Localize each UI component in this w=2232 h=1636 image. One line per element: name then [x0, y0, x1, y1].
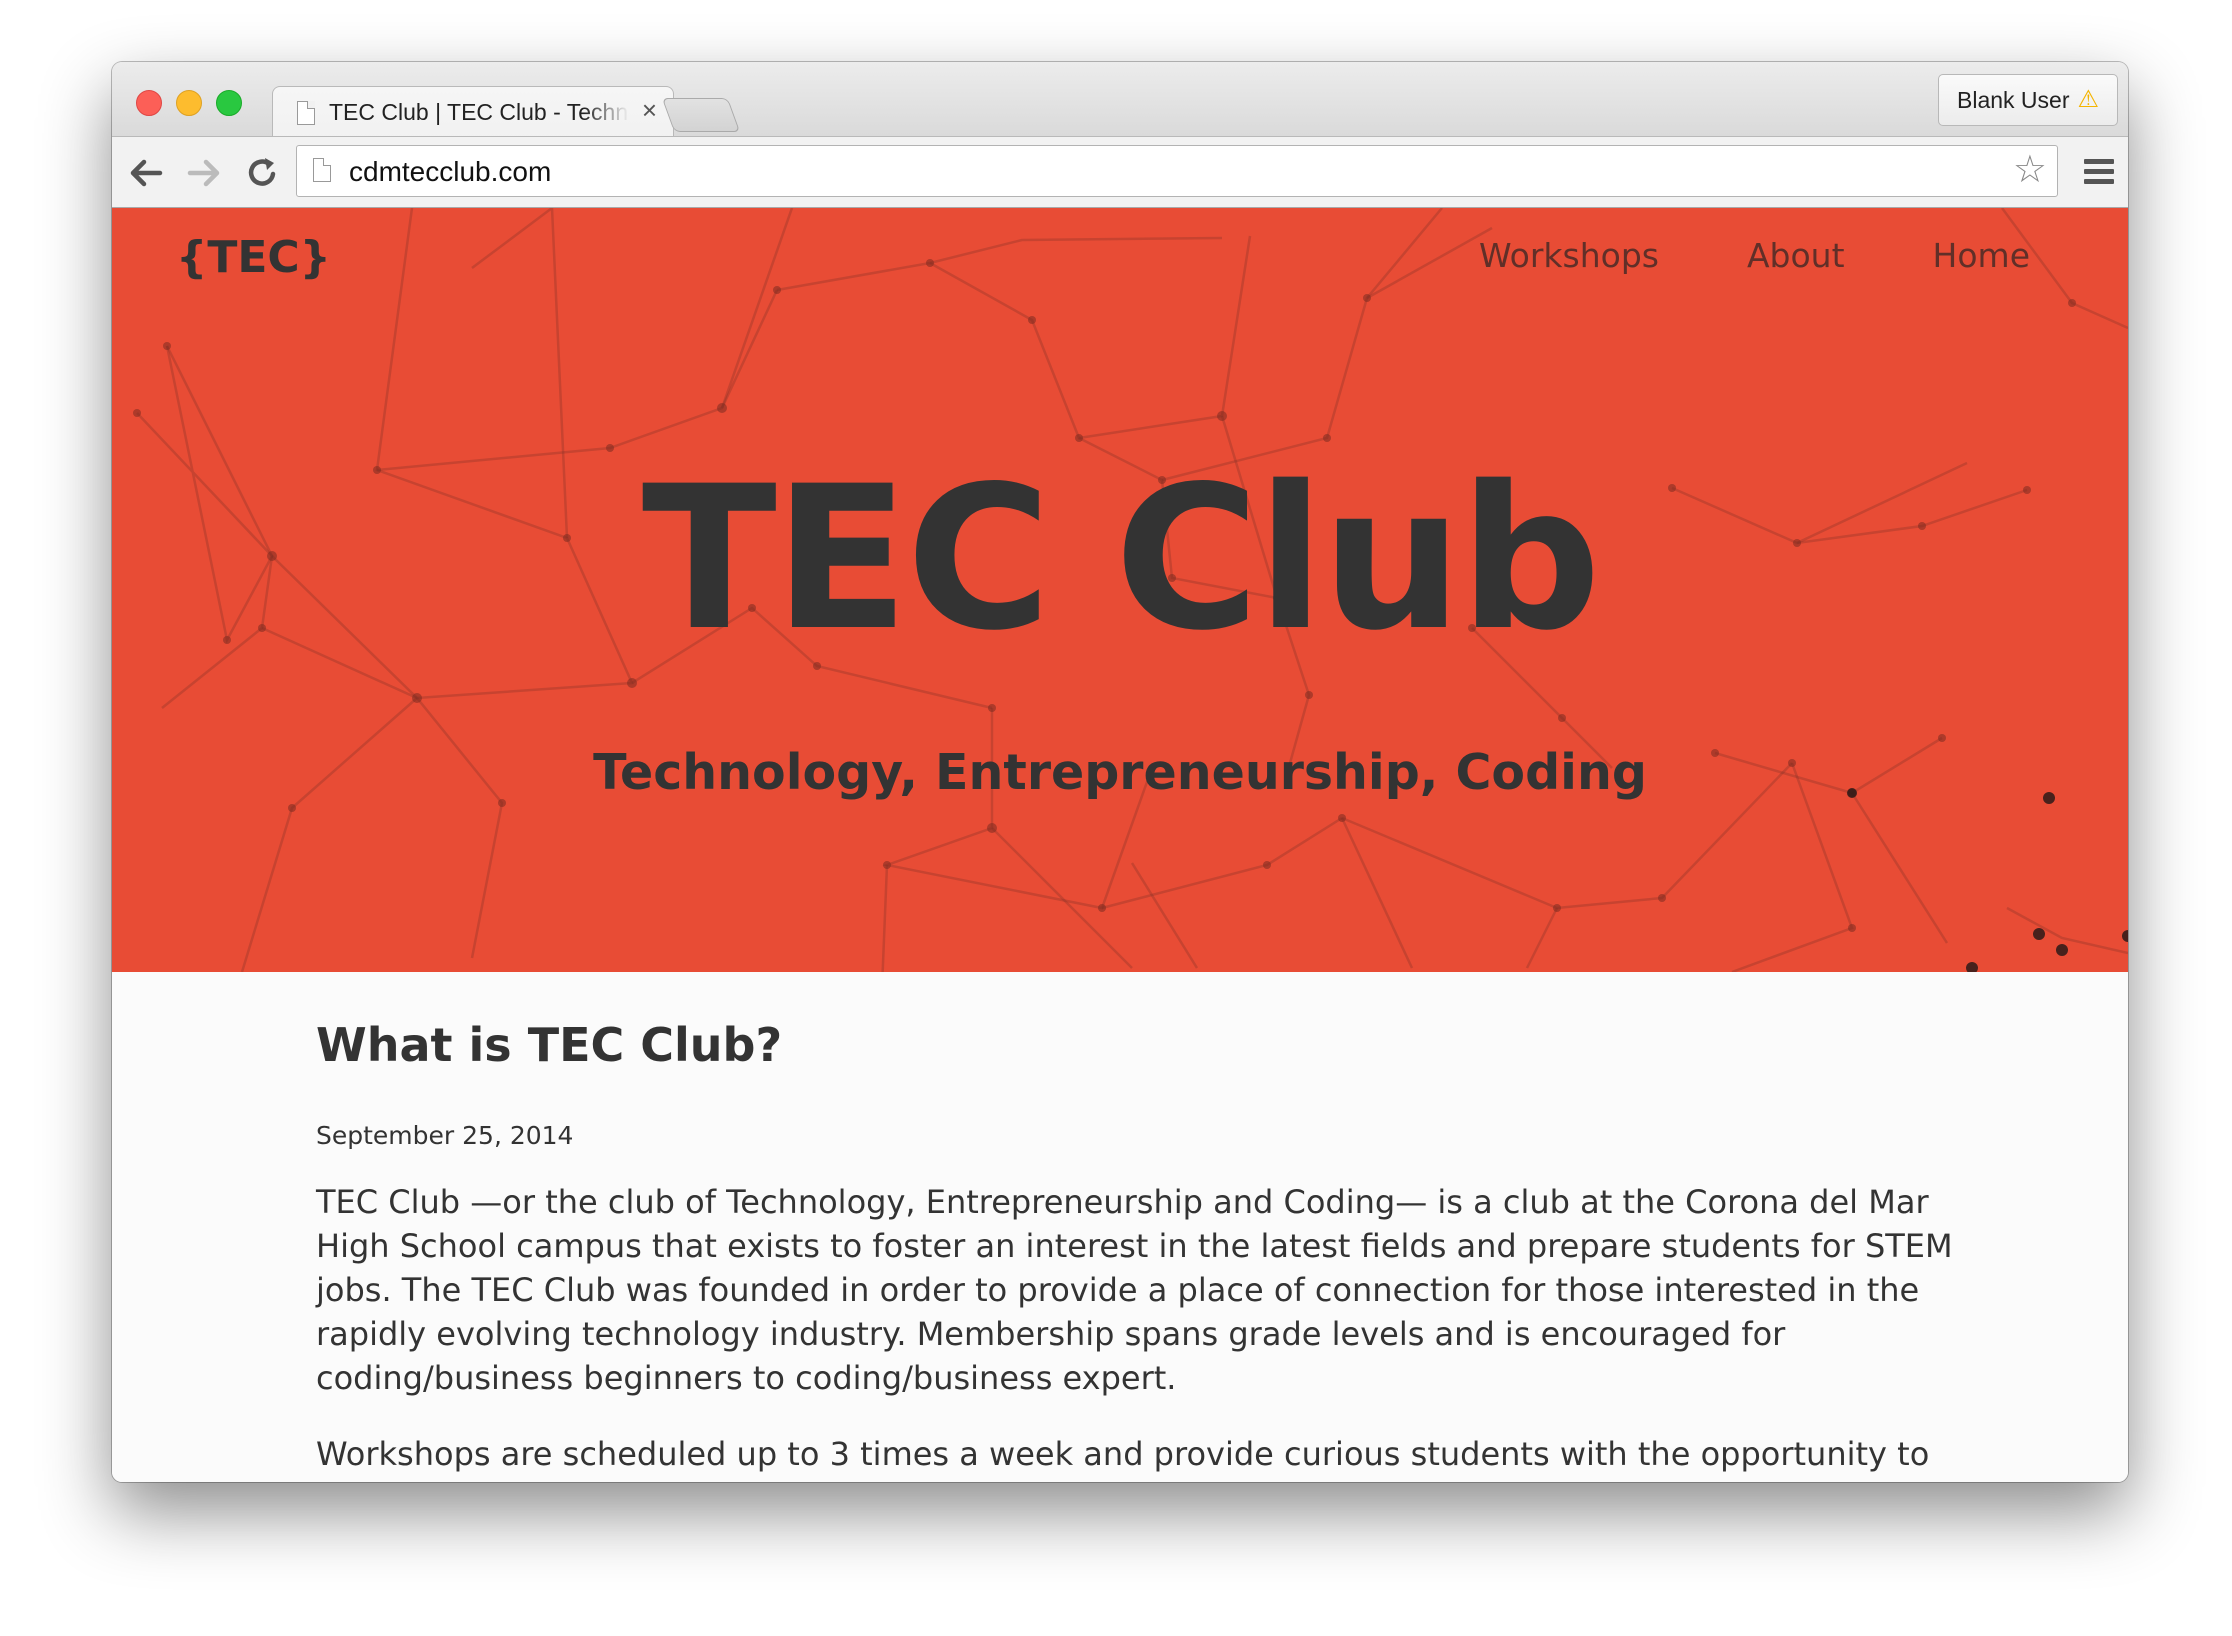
nav-link-about[interactable]: About	[1747, 236, 1845, 275]
minimize-window-button[interactable]	[176, 90, 202, 116]
tab-title: TEC Club | TEC Club - Technology, Entrep…	[329, 99, 629, 125]
zoom-window-button[interactable]	[216, 90, 242, 116]
screenshot-stage: TEC Club | TEC Club - Technology, Entrep…	[0, 0, 2232, 1636]
new-tab-button[interactable]	[661, 98, 741, 132]
address-bar[interactable]: cdmtecclub.com ☆	[296, 145, 2058, 197]
reload-icon[interactable]	[242, 153, 282, 193]
browser-window: TEC Club | TEC Club - Technology, Entrep…	[112, 62, 2128, 1482]
browser-toolbar: cdmtecclub.com ☆	[112, 136, 2128, 208]
close-window-button[interactable]	[136, 90, 162, 116]
hero-title: TEC Club	[641, 443, 1601, 674]
post-title: What is TEC Club?	[316, 1018, 783, 1072]
post-paragraph: TEC Club —or the club of Technology, Ent…	[316, 1182, 1953, 1397]
hero-subtitle: Technology, Entrepreneurship, Coding	[593, 744, 1647, 801]
page-icon	[313, 158, 331, 182]
profile-button[interactable]: Blank User ⚠	[1938, 74, 2118, 126]
address-text[interactable]: cdmtecclub.com	[349, 156, 551, 188]
browser-tab-active[interactable]: TEC Club | TEC Club - Technology, Entrep…	[272, 86, 674, 139]
profile-label: Blank User	[1957, 87, 2070, 113]
post-paragraph: Workshops are scheduled up to 3 times a …	[316, 1434, 1930, 1473]
nav-link-workshops[interactable]: Workshops	[1479, 236, 1659, 275]
hamburger-menu-icon[interactable]	[2084, 159, 2114, 187]
forward-arrow-icon[interactable]	[184, 153, 224, 193]
warning-icon: ⚠	[2077, 86, 2099, 113]
hero-banner: {TEC} Workshops About Home TEC Club Tech…	[112, 208, 2128, 972]
nav-link-home[interactable]: Home	[1933, 236, 2030, 275]
tab-close-icon[interactable]: ×	[642, 95, 657, 125]
post-article: What is TEC Club? September 25, 2014 TEC…	[316, 1020, 1956, 1476]
post-body: TEC Club —or the club of Technology, Ent…	[316, 1180, 1956, 1476]
post-date: September 25, 2014	[316, 1120, 574, 1150]
browser-titlebar: TEC Club | TEC Club - Technology, Entrep…	[112, 62, 2128, 139]
site-logo[interactable]: {TEC}	[176, 232, 331, 283]
back-arrow-icon[interactable]	[126, 153, 166, 193]
bookmark-star-icon[interactable]: ☆	[2013, 150, 2047, 190]
site-nav: Workshops About Home	[1479, 236, 2030, 275]
page-favicon-icon	[297, 101, 315, 125]
page-viewport: {TEC} Workshops About Home TEC Club Tech…	[112, 208, 2128, 1482]
